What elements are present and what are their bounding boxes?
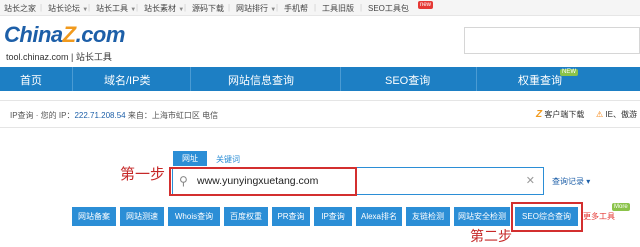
topbar-link[interactable]: 手机帮 xyxy=(284,3,308,14)
query-history-link[interactable]: 查询记录 ▾ xyxy=(552,176,590,187)
topbar-link[interactable]: 站长论坛 ▼ xyxy=(48,3,88,14)
client-download-label: 客户端下载 xyxy=(544,110,585,119)
logo-z-mark: Z xyxy=(62,22,76,47)
step2-annotation: 第二步 xyxy=(470,229,512,245)
topbar-link[interactable]: 源码下载 xyxy=(192,3,224,14)
divider xyxy=(340,67,341,91)
topbar-link[interactable]: 工具旧版 xyxy=(322,3,354,14)
chinaz-z-icon: Z xyxy=(536,109,543,120)
more-tools-link[interactable]: 更多工具 xyxy=(583,211,615,222)
divider xyxy=(72,67,73,91)
header-search-input[interactable] xyxy=(464,27,640,54)
tool-button-baidu-weight[interactable]: 百度权重 xyxy=(224,207,268,226)
divider: | xyxy=(314,3,317,12)
top-utility-bar: 站长之家 | 站长论坛 ▼ | 站长工具 ▼ | 站长素材 ▼ | 源码下载 |… xyxy=(0,0,640,16)
more-badge: More xyxy=(612,203,630,211)
topbar-label: 站长论坛 xyxy=(48,4,80,13)
ip-info-bar: IP查询 · 您的 IP：222.71.208.54 来自：上海市虹口区 电信 … xyxy=(0,100,640,128)
tool-button-alexa[interactable]: Alexa排名 xyxy=(356,207,402,226)
divider xyxy=(190,67,191,91)
tool-button-security[interactable]: 网站安全检测 xyxy=(454,207,510,226)
tool-button-pr[interactable]: PR查询 xyxy=(272,207,310,226)
divider: | xyxy=(360,3,363,12)
topbar-link[interactable]: SEO工具包 xyxy=(368,3,409,14)
tool-button-whois[interactable]: Whois查询 xyxy=(168,207,220,226)
step1-annotation: 第一步 xyxy=(120,165,166,183)
step1-highlight-box xyxy=(169,167,357,196)
nav-item-seo[interactable]: SEO查询 xyxy=(385,72,430,88)
client-download-link[interactable]: Z 客户端下载 xyxy=(536,109,584,120)
divider: | xyxy=(136,3,139,12)
topbar-label: 站长工具 xyxy=(96,4,128,13)
topbar-link[interactable]: 网站排行 ▼ xyxy=(236,3,276,14)
divider: | xyxy=(184,3,187,12)
new-badge: NEW xyxy=(560,69,578,76)
logo-subtitle: tool.chinaz.com | 站长工具 xyxy=(6,52,112,62)
divider xyxy=(476,67,477,91)
new-badge: new xyxy=(418,1,434,9)
tab-keyword[interactable]: 关键词 xyxy=(216,154,240,165)
topbar-label: 站长素材 xyxy=(144,4,176,13)
topbar-link[interactable]: 站长素材 ▼ xyxy=(144,3,184,14)
topbar-label: 网站排行 xyxy=(236,4,268,13)
tool-button-speed[interactable]: 网站测速 xyxy=(120,207,164,226)
nav-item-weight[interactable]: 权重查询 xyxy=(518,72,562,88)
close-icon[interactable]: ✕ xyxy=(526,174,535,187)
ip-value[interactable]: 222.71.208.54 xyxy=(74,111,125,120)
tool-button-ip[interactable]: IP查询 xyxy=(314,207,352,226)
divider: | xyxy=(228,3,231,12)
divider: | xyxy=(40,3,43,12)
topbar-link[interactable]: 站长工具 ▼ xyxy=(96,3,136,14)
tab-url[interactable]: 网址 xyxy=(173,151,207,166)
logo-text: .com xyxy=(75,22,126,47)
tool-button-friendlink[interactable]: 友链检测 xyxy=(406,207,450,226)
warning-icon: ⚠ xyxy=(596,110,604,119)
nav-item-domain-ip[interactable]: 域名/IP类 xyxy=(104,72,150,88)
topbar-link[interactable]: 站长之家 xyxy=(4,3,36,14)
nav-item-home[interactable]: 首页 xyxy=(20,72,42,88)
ip-location: 来自：上海市虹口区 电信 xyxy=(125,111,219,120)
tool-button-icp[interactable]: 网站备案 xyxy=(72,207,116,226)
divider: | xyxy=(88,3,91,12)
ip-info-text: IP查询 · 您的 IP：222.71.208.54 来自：上海市虹口区 电信 xyxy=(10,110,218,121)
site-logo[interactable]: ChinaZ.com tool.chinaz.com | 站长工具 xyxy=(4,22,194,66)
browser-note-text: IE、傲游 xyxy=(605,110,637,119)
ip-label: IP查询 · 您的 IP： xyxy=(10,111,75,120)
divider: | xyxy=(276,3,279,12)
logo-wordmark: ChinaZ.com xyxy=(4,22,125,48)
logo-text: China xyxy=(4,22,63,47)
main-nav: 首页 域名/IP类 网站信息查询 SEO查询 权重查询 NEW xyxy=(0,67,640,91)
nav-item-site-info[interactable]: 网站信息查询 xyxy=(228,72,294,88)
step2-highlight-box xyxy=(511,202,583,232)
browser-note: ⚠ IE、傲游 xyxy=(596,109,637,120)
